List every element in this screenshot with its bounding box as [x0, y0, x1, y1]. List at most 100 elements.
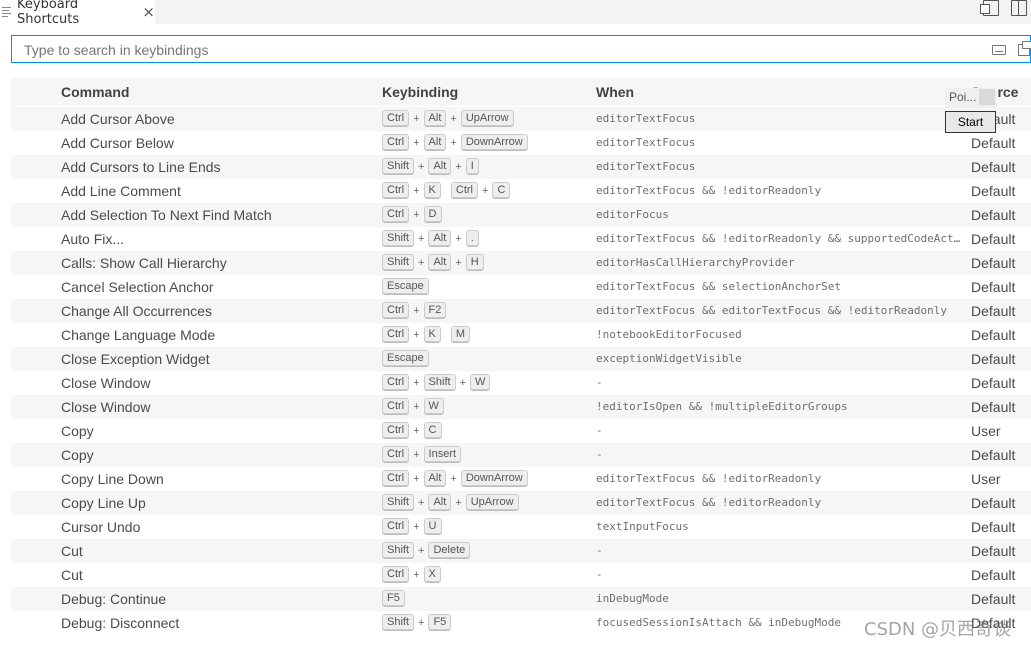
when-cell: - [596, 568, 603, 581]
key-label: UpArrow [465, 494, 519, 511]
key-label: Ctrl [382, 302, 410, 319]
key-label: Alt [428, 494, 452, 511]
open-keybindings-json-icon[interactable] [980, 0, 999, 16]
floating-toolbar-label: Poi... [949, 90, 977, 104]
when-cell: - [596, 448, 603, 461]
table-row[interactable]: Close Window Ctrl + W !editorIsOpen && !mult… [11, 395, 1031, 419]
editor-actions [980, 0, 1031, 18]
key-label: Ctrl [382, 566, 410, 583]
source-cell: Default [971, 183, 1016, 199]
table-row[interactable]: Cut Ctrl + X - Default [11, 563, 1031, 587]
keybinding-cell: Ctrl + D [382, 206, 442, 223]
table-row[interactable]: Add Selection To Next Find Match Ctrl + D ed… [11, 203, 1031, 227]
when-cell: editorTextFocus && !editorReadonly [596, 496, 822, 509]
key-label: F5 [382, 590, 405, 607]
key-label: W [423, 398, 444, 415]
keybinding-cell: Ctrl + Alt + DownArrow [382, 134, 528, 151]
floating-toolbar: Poi... [945, 88, 997, 108]
keybinding-cell: Ctrl + Insert [382, 446, 462, 463]
source-cell: User [971, 471, 1001, 487]
table-row[interactable]: Copy Line Down Ctrl + Alt + DownArrow editorTe… [11, 467, 1031, 491]
tab-keyboard-shortcuts[interactable]: Keyboard Shortcuts × [0, 0, 155, 27]
column-header-keybinding[interactable]: Keybinding [382, 84, 458, 100]
key-label: C [423, 422, 442, 439]
key-label: Ctrl [382, 110, 410, 127]
command-cell: Cursor Undo [61, 519, 141, 535]
source-cell: Default [971, 207, 1016, 223]
search-input[interactable] [22, 36, 926, 64]
table-row[interactable]: Add Cursor Above Ctrl + Alt + UpArrow editorTe… [11, 107, 1031, 131]
key-label: X [423, 566, 441, 583]
table-row[interactable]: Copy Ctrl + C - User [11, 419, 1031, 443]
key-label: K [423, 326, 441, 343]
keybinding-cell: Ctrl + K M [382, 326, 471, 343]
sort-by-precedence-icon[interactable] [1018, 41, 1031, 56]
column-header-when[interactable]: When [596, 84, 634, 100]
command-cell: Debug: Disconnect [61, 615, 180, 631]
key-label: Insert [423, 446, 462, 463]
key-label: Shift [382, 494, 415, 511]
table-row[interactable]: Close Window Ctrl + Shift + W - Default [11, 371, 1031, 395]
table-row[interactable]: Cursor Undo Ctrl + U textInputFocus Default [11, 515, 1031, 539]
close-icon[interactable]: × [142, 3, 155, 21]
command-cell: Add Cursors to Line Ends [61, 159, 221, 175]
table-row[interactable]: Change Language Mode Ctrl + K M !notebookEdit… [11, 323, 1031, 347]
key-label: Alt [428, 254, 452, 271]
source-cell: Default [971, 567, 1016, 583]
key-label: Ctrl [382, 134, 410, 151]
command-cell: Close Exception Widget [61, 351, 210, 367]
when-cell: - [596, 376, 603, 389]
table-row[interactable]: Calls: Show Call Hierarchy Shift + Alt + H edi… [11, 251, 1031, 275]
key-label: Ctrl [382, 422, 410, 439]
split-editor-icon[interactable] [1011, 0, 1027, 16]
when-cell: editorTextFocus && editorTextFocus && !e… [596, 304, 947, 317]
key-label: Ctrl [382, 446, 410, 463]
key-label: W [470, 374, 491, 391]
when-cell: editorTextFocus && selectionAnchorSet [596, 280, 842, 293]
key-label: Ctrl [450, 182, 478, 199]
record-keys-icon[interactable] [992, 45, 1006, 55]
key-label: H [465, 254, 484, 271]
floating-toolbar-handle[interactable] [979, 89, 995, 105]
when-cell: editorTextFocus [596, 160, 696, 173]
when-cell: - [596, 424, 603, 437]
keybinding-cell: Shift + Alt + H [382, 254, 484, 271]
table-row[interactable]: Change All Occurrences Ctrl + F2 editorTextF… [11, 299, 1031, 323]
source-cell: Default [971, 303, 1016, 319]
search-box [11, 35, 1031, 64]
command-cell: Change Language Mode [61, 327, 216, 343]
table-row[interactable]: Auto Fix... Shift + Alt +. editorTextFocus &&… [11, 227, 1031, 251]
table-row[interactable]: Add Line Comment Ctrl + K Ctrl + CeditorTextFo… [11, 179, 1031, 203]
table-row[interactable]: Add Cursor Below Ctrl + Alt + DownArrow editor… [11, 131, 1031, 155]
command-cell: Close Window [61, 375, 151, 391]
when-cell: inDebugMode [596, 592, 669, 605]
source-cell: Default [971, 135, 1016, 151]
when-cell: !notebookEditorFocused [596, 328, 742, 341]
table-row[interactable]: Cancel Selection Anchor Escape editorTextF… [11, 275, 1031, 299]
key-label: Alt [423, 470, 447, 487]
command-cell: Add Line Comment [61, 183, 181, 199]
key-label: Delete [428, 542, 471, 559]
key-label: Ctrl [382, 206, 410, 223]
start-button[interactable]: Start [945, 111, 996, 133]
key-label: Escape [382, 278, 429, 295]
keybinding-cell: Ctrl + Alt + DownArrow [382, 470, 528, 487]
table-row[interactable]: Cut Shift + Delete - Default [11, 539, 1031, 563]
when-cell: editorTextFocus [596, 112, 696, 125]
command-cell: Add Cursor Below [61, 135, 174, 151]
table-row[interactable]: Debug: Continue F5 inDebugMode Default [11, 587, 1031, 611]
column-header-command[interactable]: Command [61, 84, 129, 100]
source-cell: Default [971, 495, 1016, 511]
key-label: F2 [423, 302, 447, 319]
table-row[interactable]: Close Exception Widget Escape exceptionWid… [11, 347, 1031, 371]
when-cell: editorFocus [596, 208, 669, 221]
when-cell: textInputFocus [596, 520, 689, 533]
table-row[interactable]: Copy Line Up Shift + Alt + UpArrow editorTextF… [11, 491, 1031, 515]
command-cell: Add Selection To Next Find Match [61, 207, 272, 223]
command-cell: Change All Occurrences [61, 303, 212, 319]
keybindings-file-icon [2, 5, 15, 19]
table-row[interactable]: Add Cursors to Line Ends Shift + Alt + I edito… [11, 155, 1031, 179]
source-cell: Default [971, 231, 1016, 247]
table-row[interactable]: Copy Ctrl + Insert - Default [11, 443, 1031, 467]
when-cell: editorTextFocus && !editorReadonly [596, 184, 822, 197]
